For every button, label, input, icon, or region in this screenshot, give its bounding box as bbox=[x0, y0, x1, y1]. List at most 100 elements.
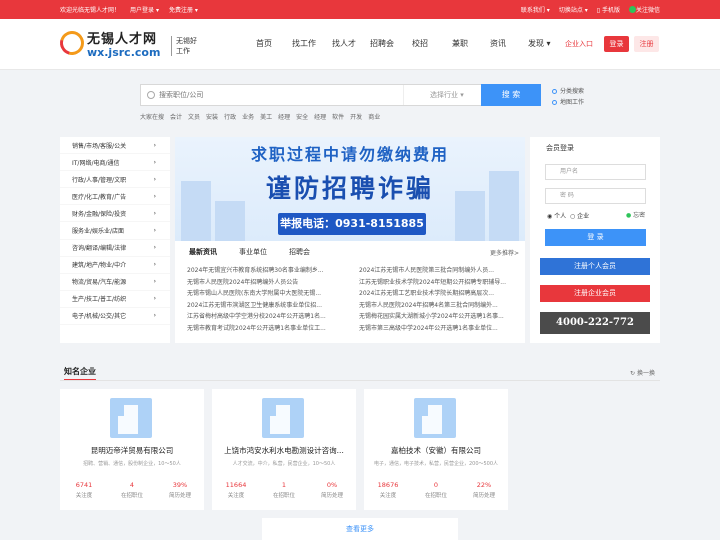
news-item[interactable]: 江苏省梅村高级中学空港分校2024年公开选聘1名... bbox=[187, 311, 352, 323]
company-stat: 0 在招职位 bbox=[424, 481, 447, 499]
hotword[interactable]: 商业 bbox=[368, 112, 380, 121]
chevron-right-icon: › bbox=[153, 312, 156, 320]
category-search-link[interactable]: 分类搜索 bbox=[552, 86, 584, 97]
news-item[interactable]: 无锡市人民医院2024年招聘编外人员公告 bbox=[187, 277, 352, 289]
wechat-link[interactable]: 关注微信 bbox=[628, 5, 660, 14]
company-card[interactable]: 嘉柏技术（安徽）有限公司 电子，通信，电子技术，私营，民营企业，200～500人… bbox=[364, 389, 508, 510]
category-item[interactable]: 物流/贸易/汽车/能源 › bbox=[60, 274, 170, 291]
company-meta: 人才交流，中介，私营，民营企业，10～50人 bbox=[232, 461, 336, 467]
company-stat: 0% 简历处理 bbox=[320, 481, 343, 499]
username-field[interactable]: 用户名 bbox=[545, 164, 646, 180]
category-item[interactable]: 生产/技工/普工/纺织 › bbox=[60, 291, 170, 308]
register-button[interactable]: 注册 bbox=[634, 36, 659, 52]
hotword[interactable]: 软件 bbox=[332, 112, 344, 121]
chevron-right-icon: › bbox=[153, 278, 156, 286]
news-item[interactable]: 2024江苏无锡市滨湖区卫生健康系统事业单位招... bbox=[187, 300, 352, 312]
news-item[interactable]: 无锡梅花园实属大湖新城小学2024年公开选聘1名事... bbox=[359, 311, 524, 323]
category-item[interactable]: 销售/市场/客服/公关 › bbox=[60, 137, 170, 155]
category-item[interactable]: 咨询/翻译/编辑/法律 › bbox=[60, 240, 170, 257]
category-item[interactable]: 行政/人事/管理/文职 › bbox=[60, 171, 170, 189]
anti-fraud-banner[interactable]: 求职过程中请勿缴纳费用 谨防招聘诈骗 举报电话：0931-8151885 bbox=[175, 137, 525, 241]
hotword[interactable]: 业务 bbox=[242, 112, 254, 121]
category-item[interactable]: 财务/金融/保险/投资 › bbox=[60, 205, 170, 223]
nav-home[interactable]: 首页 bbox=[256, 38, 292, 49]
tab-jobfair[interactable]: 招聘会 bbox=[289, 247, 310, 257]
nav-news[interactable]: 资讯 bbox=[490, 38, 528, 49]
company-card[interactable]: 上饶市鸿安水利水电勘测设计咨询... 人才交流，中介，私营，民营企业，10～50… bbox=[212, 389, 356, 510]
company-name: 嘉柏技术（安徽）有限公司 bbox=[391, 446, 481, 455]
category-item[interactable]: 建筑/地产/物业/中介 › bbox=[60, 257, 170, 274]
hotword[interactable]: 会计 bbox=[170, 112, 182, 121]
wechat-login-icon: ● bbox=[626, 212, 632, 219]
banner-line2: 谨防招聘诈骗 bbox=[265, 174, 434, 203]
news-item[interactable]: 无锡市教育考试院2024年公开选聘1名事业单位工... bbox=[187, 323, 352, 335]
company-meta: 电子，通信，电子技术，私营，民营企业，200～500人 bbox=[373, 461, 499, 467]
mobile-link[interactable]: ▯ 手机版 bbox=[597, 5, 620, 14]
hotword[interactable]: 安装 bbox=[206, 112, 218, 121]
nav-campus[interactable]: 校招 bbox=[412, 38, 452, 49]
news-item[interactable]: 无锡市人民医院2024年招聘4名第三批合同制编外... bbox=[359, 300, 524, 312]
news-more-link[interactable]: 更多推荐> bbox=[490, 248, 519, 257]
banner-hotline: 举报电话：0931-8151885 bbox=[278, 213, 426, 235]
news-item[interactable]: 无锡市第三高级中学2024年公开选聘1名事业单位... bbox=[359, 323, 524, 335]
nav-parttime[interactable]: 兼职 bbox=[452, 38, 490, 49]
nav-jobs[interactable]: 找工作 bbox=[292, 38, 332, 49]
map-jobs-link[interactable]: 地图工作 bbox=[552, 97, 584, 108]
category-item[interactable]: 医疗/化工/教育/广告 › bbox=[60, 188, 170, 206]
nav-discover[interactable]: 发现 ▾ bbox=[528, 38, 564, 49]
hotline-number: 4000-222-772 bbox=[540, 312, 650, 334]
hotword[interactable]: 经理 bbox=[278, 112, 290, 121]
chevron-right-icon: › bbox=[153, 175, 156, 183]
hotword[interactable]: 文员 bbox=[188, 112, 200, 121]
company-building-icon bbox=[414, 398, 456, 438]
news-item[interactable]: 无锡市锡山人民医院(东南大学附属中大医院无锡... bbox=[187, 288, 352, 300]
register-personal-button[interactable]: 注册个人会员 bbox=[540, 258, 650, 275]
category-item[interactable]: 服务业/娱乐业/店面 › bbox=[60, 222, 170, 240]
user-login-link[interactable]: 用户登录 ▾ bbox=[130, 5, 159, 14]
switch-site-link[interactable]: 切换站点 ▾ bbox=[559, 5, 588, 14]
login-title: 会员登录 bbox=[546, 144, 574, 152]
password-field[interactable]: 密 码 bbox=[545, 188, 646, 204]
member-login-button[interactable]: 登 录 bbox=[545, 229, 646, 246]
industry-select[interactable]: 选择行业 ▾ bbox=[403, 85, 481, 105]
account-type-radio[interactable]: ◉ 个人 ○ 企业 bbox=[547, 211, 589, 220]
chevron-right-icon: › bbox=[153, 295, 156, 303]
category-item[interactable]: IT/网络/电商/通信 › bbox=[60, 154, 170, 172]
forgot-password-link[interactable]: ● 忘密 bbox=[626, 210, 645, 219]
building-decoration bbox=[215, 201, 245, 241]
map-icon bbox=[552, 100, 557, 105]
news-item[interactable]: 2024江苏无锡市人民医院第三批合同制编外人员... bbox=[359, 265, 524, 277]
nav-jobfair[interactable]: 招聘会 bbox=[370, 38, 412, 49]
company-card[interactable]: 昆明迈帝洋贸易有限公司 招聘、营销、通信，股份制企业，10～50人 6741 关注… bbox=[60, 389, 204, 510]
hotword[interactable]: 安全 bbox=[296, 112, 308, 121]
view-more-button[interactable]: 查看更多 bbox=[262, 518, 458, 540]
company-building-icon bbox=[110, 398, 152, 438]
category-item[interactable]: 电子/机械/公交/其它 › bbox=[60, 308, 170, 326]
login-button[interactable]: 登录 bbox=[604, 36, 629, 52]
nav-talent[interactable]: 找人才 bbox=[332, 38, 370, 49]
company-stat: 18676 关注度 bbox=[377, 481, 399, 499]
tab-public-units[interactable]: 事业单位 bbox=[239, 247, 267, 257]
hotword[interactable]: 美工 bbox=[260, 112, 272, 121]
refresh-link[interactable]: ↻ 换一换 bbox=[630, 368, 655, 377]
tab-latest-news[interactable]: 最新资讯 bbox=[189, 247, 217, 257]
enterprise-entry-link[interactable]: 企业入口 bbox=[565, 39, 593, 49]
main-nav: 首页 找工作 找人才 招聘会 校招 兼职 资讯 发现 ▾ bbox=[256, 38, 564, 49]
free-register-link[interactable]: 免费注册 ▾ bbox=[169, 5, 198, 14]
wechat-icon bbox=[628, 6, 636, 13]
register-enterprise-button[interactable]: 注册企业会员 bbox=[540, 285, 650, 302]
chevron-right-icon: › bbox=[153, 141, 156, 149]
news-item[interactable]: 2024年无锡宜兴市教育系统招聘30名事业编制乡... bbox=[187, 265, 352, 277]
site-logo[interactable]: 无锡人才网 wx.jsrc.com 无锡好工作 bbox=[55, 26, 200, 62]
news-item[interactable]: 2024江苏无锡工艺职业技术学院长期招聘高层次... bbox=[359, 288, 524, 300]
search-input[interactable] bbox=[159, 85, 399, 105]
contact-link[interactable]: 联系我们 ▾ bbox=[521, 5, 550, 14]
hotword[interactable]: 经理 bbox=[314, 112, 326, 121]
company-stat: 22% 简历处理 bbox=[472, 481, 495, 499]
hotword[interactable]: 行政 bbox=[224, 112, 236, 121]
search-button[interactable]: 搜 索 bbox=[481, 84, 541, 106]
logo-cn: 无锡人才网 bbox=[87, 32, 158, 47]
news-item[interactable]: 江苏无锡职业技术学院2024年短期公开招聘专职辅导... bbox=[359, 277, 524, 289]
job-category-menu: 销售/市场/客服/公关 › IT/网络/电商/通信 › 行政/人事/管理/文职 › 医… bbox=[60, 137, 170, 343]
hotword[interactable]: 开发 bbox=[350, 112, 362, 121]
